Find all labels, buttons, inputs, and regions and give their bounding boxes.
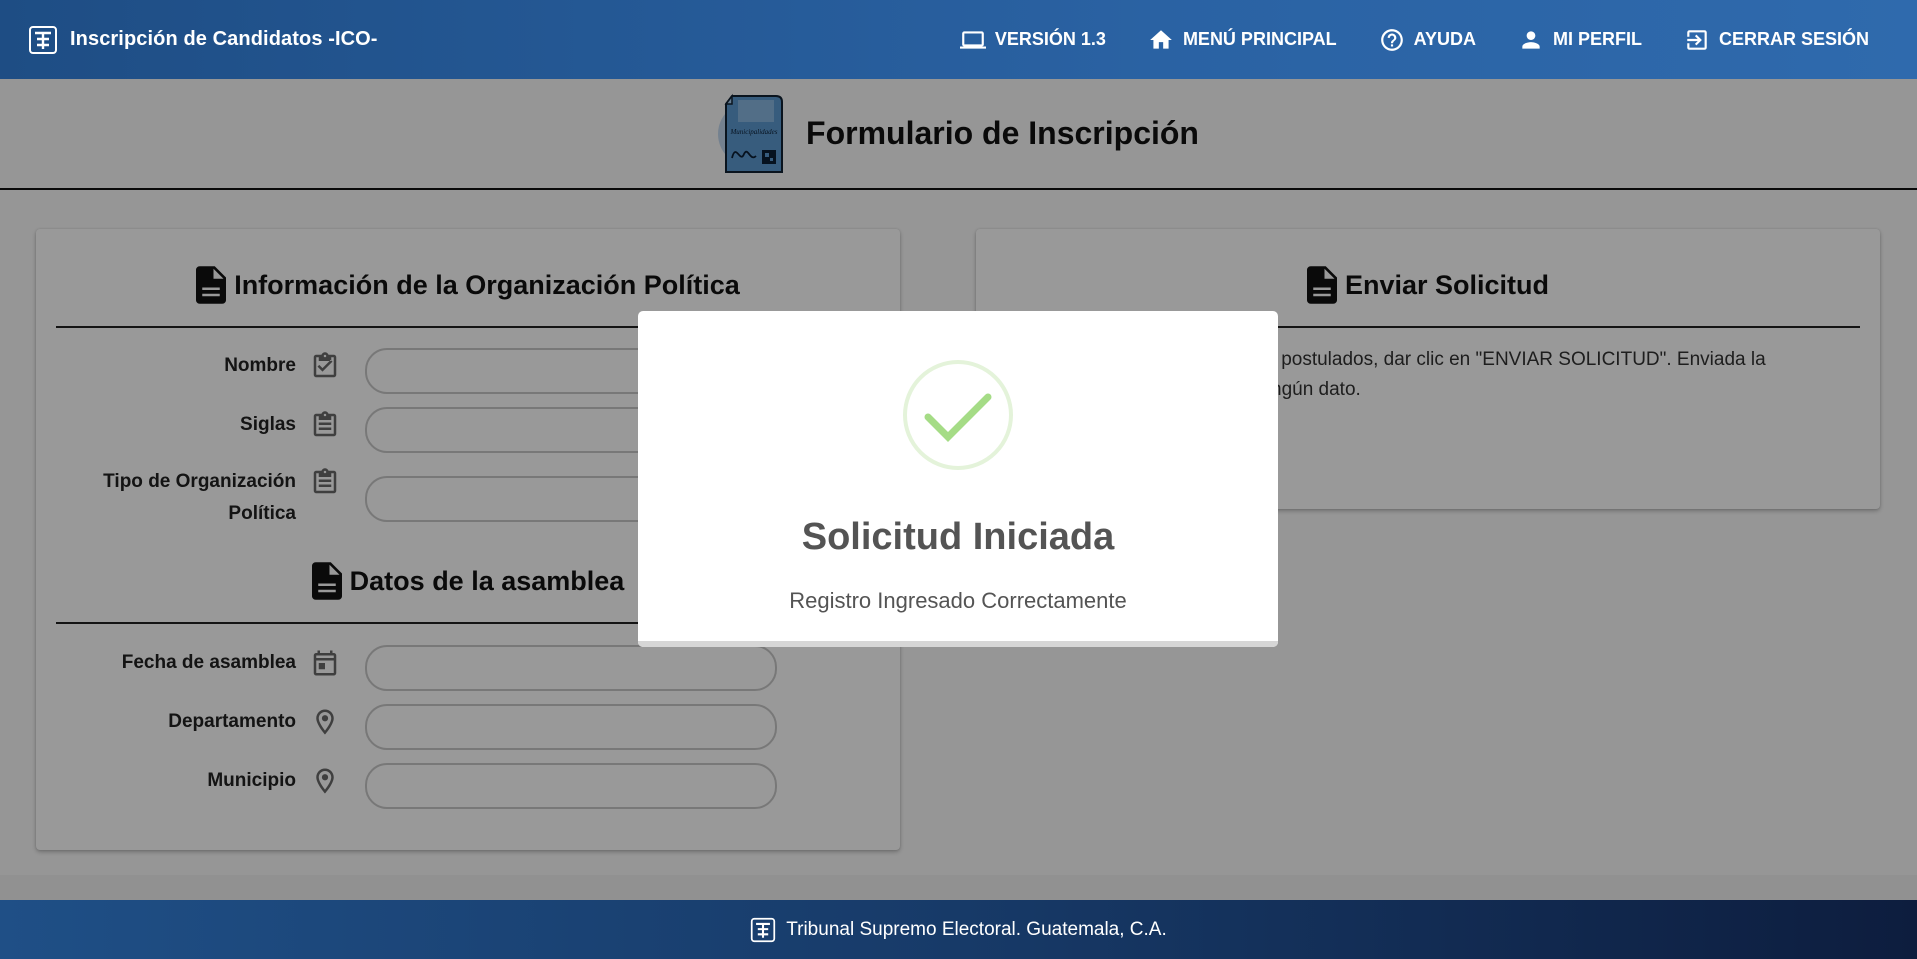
app-title: Inscripción de Candidatos -ICO- <box>70 28 378 50</box>
tse-logo-icon <box>29 25 57 54</box>
nav-main-menu-label: MENÚ PRINCIPAL <box>1182 29 1337 49</box>
dialog-timer-bar <box>638 641 1278 647</box>
nav-profile[interactable]: MI PERFIL <box>1518 27 1642 53</box>
help-icon <box>1380 28 1403 51</box>
nav-logout-label: CERRAR SESIÓN <box>1718 29 1869 49</box>
success-check-icon <box>903 360 1013 470</box>
main-nav: VERSIÓN 1.3 MENÚ PRINCIPAL AYUDA MI PERF… <box>918 27 1869 53</box>
logout-icon <box>1687 29 1707 50</box>
nav-version-label: VERSIÓN 1.3 <box>994 29 1106 49</box>
top-navbar: Inscripción de Candidatos -ICO- VERSIÓN … <box>0 0 1917 79</box>
footer: Tribunal Supremo Electoral. Guatemala, C… <box>0 900 1917 959</box>
tse-logo-icon <box>751 917 776 942</box>
laptop-icon <box>959 30 986 49</box>
dialog-message: Registro Ingresado Correctamente <box>789 588 1127 613</box>
nav-help[interactable]: AYUDA <box>1379 27 1476 53</box>
nav-logout[interactable]: CERRAR SESIÓN <box>1684 27 1869 53</box>
nav-help-label: AYUDA <box>1413 29 1476 49</box>
nav-profile-label: MI PERFIL <box>1552 29 1642 49</box>
dialog-title: Solicitud Iniciada <box>801 516 1115 558</box>
success-dialog: Solicitud Iniciada Registro Ingresado Co… <box>638 311 1278 647</box>
nav-version[interactable]: VERSIÓN 1.3 <box>959 27 1106 53</box>
nav-main-menu[interactable]: MENÚ PRINCIPAL <box>1148 27 1337 53</box>
person-icon <box>1522 30 1540 49</box>
brand[interactable]: Inscripción de Candidatos -ICO- <box>28 25 378 55</box>
home-icon <box>1150 29 1172 49</box>
footer-text: Tribunal Supremo Electoral. Guatemala, C… <box>786 918 1167 940</box>
